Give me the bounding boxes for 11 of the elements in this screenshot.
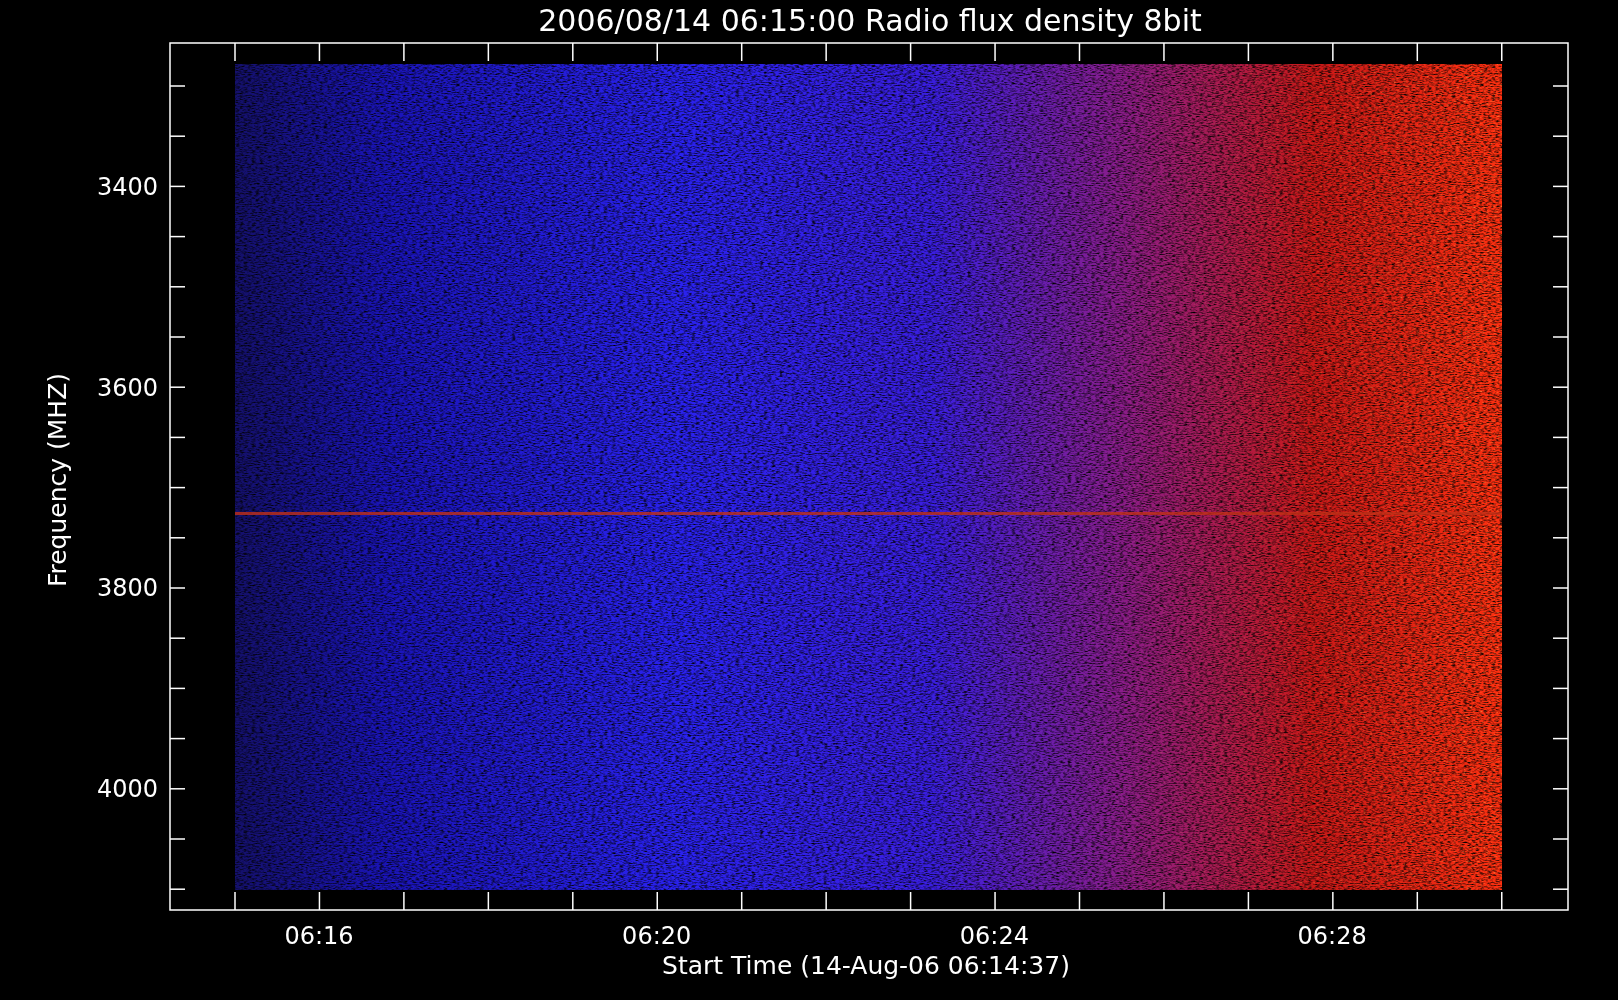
x-tick-label: 06:24 bbox=[959, 922, 1029, 950]
x-tick-label: 06:28 bbox=[1297, 922, 1367, 950]
y-tick-label: 3600 bbox=[96, 373, 158, 402]
x-axis-label: Start Time (14-Aug-06 06:14:37) bbox=[662, 951, 1070, 980]
y-tick-label: 4000 bbox=[96, 775, 158, 804]
x-tick-label: 06:16 bbox=[284, 922, 354, 950]
y-tick-label: 3800 bbox=[96, 574, 158, 603]
y-axis-label: Frequency (MHZ) bbox=[43, 372, 72, 588]
x-tick-label: 06:20 bbox=[622, 922, 692, 950]
y-tick-label: 3400 bbox=[96, 173, 158, 201]
chart-title: 2006/08/14 06:15:00 Radio flux density 8bit bbox=[538, 3, 1202, 38]
